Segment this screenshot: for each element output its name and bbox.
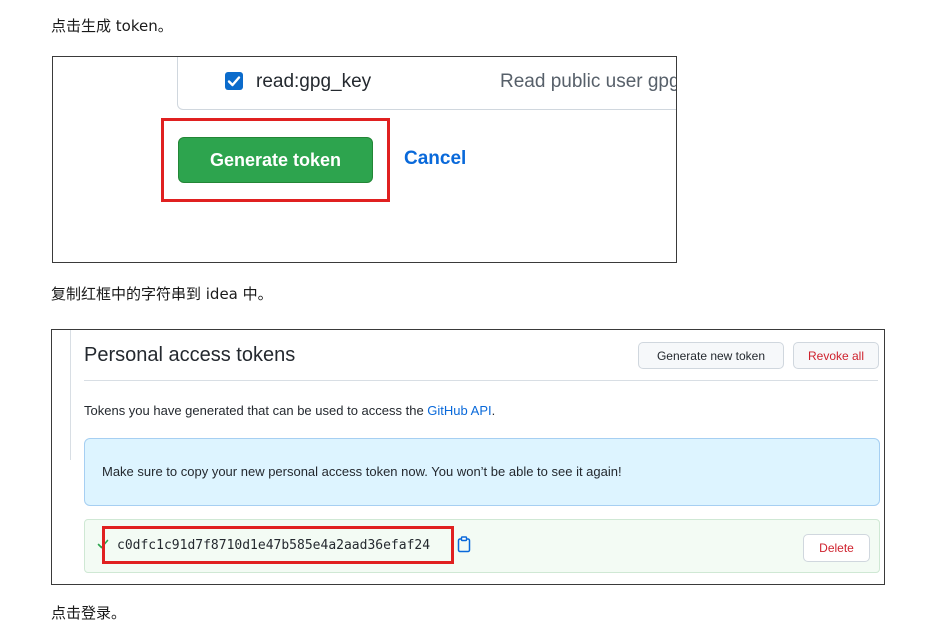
screenshot-token-list: Personal access tokens Generate new toke…	[51, 329, 885, 585]
checkmark-icon	[227, 76, 241, 87]
description-text: Tokens you have generated that can be us…	[84, 403, 428, 418]
title-divider	[84, 380, 878, 381]
copy-icon[interactable]	[457, 536, 471, 553]
generate-new-token-button[interactable]: Generate new token	[638, 342, 784, 369]
screenshot-generate-token: read:gpg_key Read public user gpg Genera…	[52, 56, 677, 263]
github-api-link[interactable]: GitHub API	[427, 403, 491, 418]
scope-name: read:gpg_key	[256, 71, 372, 92]
revoke-all-button[interactable]: Revoke all	[793, 342, 879, 369]
highlight-box	[161, 118, 390, 202]
scope-description: Read public user gpg	[500, 71, 677, 92]
instruction-step-1: 点击生成 token。	[51, 17, 173, 35]
instruction-step-3: 点击登录。	[51, 604, 127, 622]
description-end: .	[491, 403, 496, 418]
flash-notice: Make sure to copy your new personal acce…	[84, 438, 880, 506]
instruction-step-2: 复制红框中的字符串到 idea 中。	[51, 285, 273, 303]
sidebar-divider	[70, 330, 71, 460]
cancel-link[interactable]: Cancel	[404, 148, 466, 170]
highlight-box	[102, 526, 454, 564]
flash-message: Make sure to copy your new personal acce…	[102, 464, 622, 479]
delete-token-button[interactable]: Delete	[803, 534, 870, 562]
scope-checkbox[interactable]	[225, 72, 243, 90]
page-title: Personal access tokens	[84, 344, 296, 366]
tokens-description: Tokens you have generated that can be us…	[84, 403, 495, 418]
